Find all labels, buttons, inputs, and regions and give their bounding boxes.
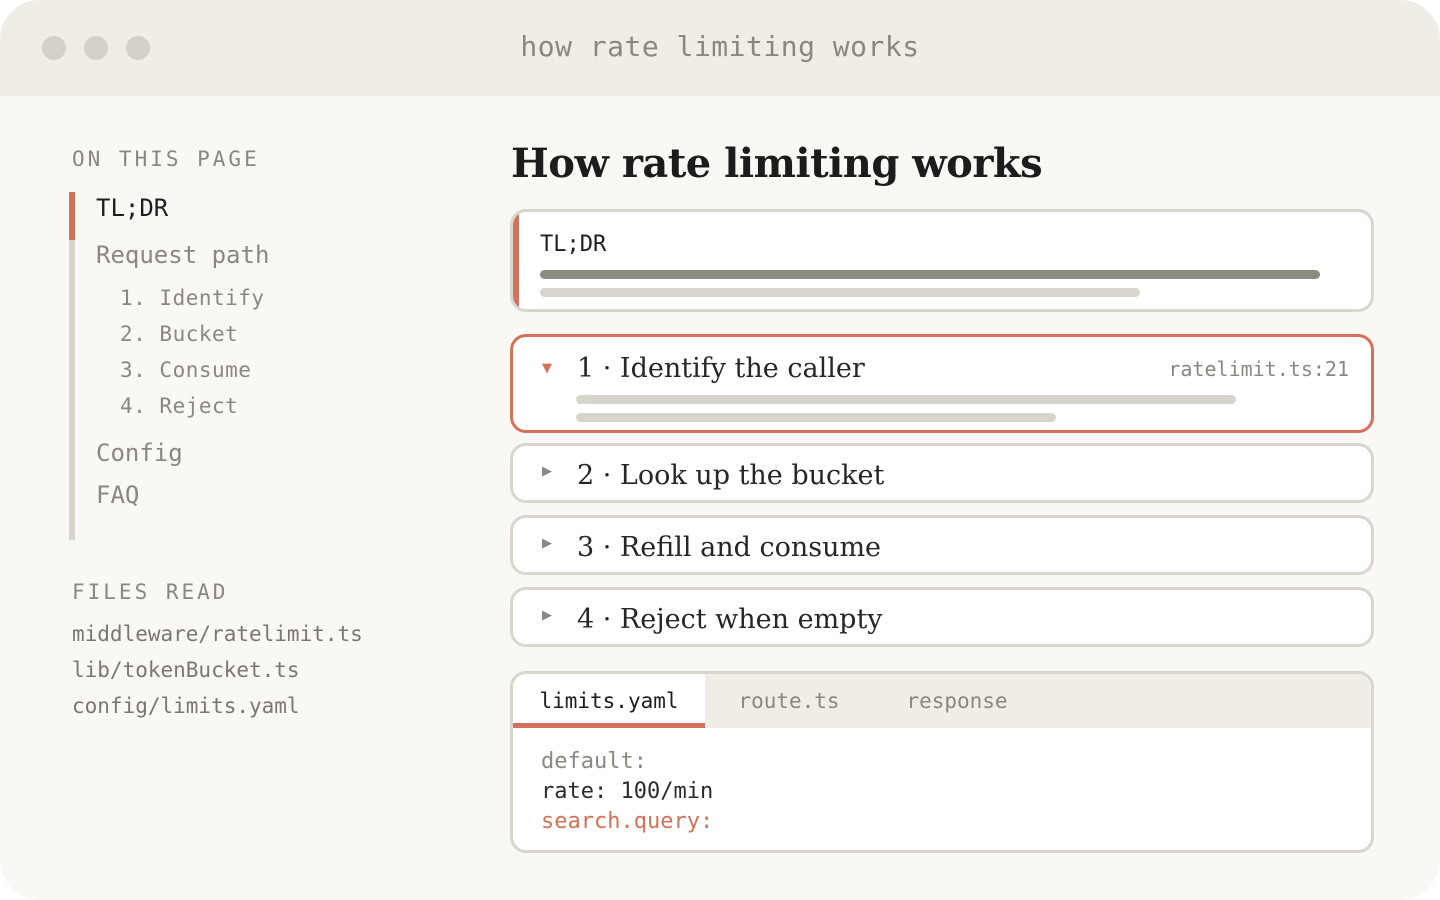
toc-rail (69, 192, 75, 540)
code-line: rate: 100/min (541, 779, 714, 804)
step-text-placeholder-line (576, 413, 1056, 422)
tldr-accent-bar (513, 212, 519, 309)
expand-triangle-icon[interactable]: ▶ (542, 536, 552, 551)
tab-route-ts[interactable]: route.ts (705, 674, 873, 728)
step-look-up-bucket[interactable]: ▶ 2 · Look up the bucket (510, 443, 1374, 503)
step-reject-empty[interactable]: ▶ 4 · Reject when empty (510, 587, 1374, 647)
app-window: how rate limiting works ON THIS PAGE TL;… (0, 0, 1440, 900)
code-line-highlighted: search.query: (541, 809, 714, 834)
toc-active-indicator (69, 192, 75, 240)
table-of-contents: TL;DR Request path 1. Identify 2. Bucket… (69, 192, 449, 540)
toc-item-tldr[interactable]: TL;DR (96, 194, 168, 222)
toc-item-request-path[interactable]: Request path (96, 241, 269, 269)
code-tabs: limits.yaml route.ts response (513, 674, 1371, 728)
tab-limits-yaml[interactable]: limits.yaml (513, 674, 705, 728)
tab-response[interactable]: response (873, 674, 1041, 728)
expand-triangle-icon[interactable]: ▶ (542, 608, 552, 623)
toc-subitem-bucket[interactable]: 2. Bucket (120, 322, 238, 346)
collapse-triangle-icon[interactable]: ▼ (542, 361, 552, 376)
step-title[interactable]: 2 · Look up the bucket (577, 460, 884, 491)
expand-triangle-icon[interactable]: ▶ (542, 464, 552, 479)
file-link-ratelimit[interactable]: middleware/ratelimit.ts (72, 622, 363, 646)
toc-subitem-reject[interactable]: 4. Reject (120, 394, 238, 418)
step-identify-caller[interactable]: ▼ 1 · Identify the caller ratelimit.ts:2… (510, 334, 1374, 433)
toc-subitem-identify[interactable]: 1. Identify (120, 286, 265, 310)
code-line: default: (541, 749, 647, 774)
on-this-page-heading: ON THIS PAGE (72, 147, 260, 171)
file-link-limits[interactable]: config/limits.yaml (72, 694, 300, 718)
step-title[interactable]: 4 · Reject when empty (577, 604, 883, 635)
toc-subitem-consume[interactable]: 3. Consume (120, 358, 251, 382)
window-title: how rate limiting works (520, 30, 920, 63)
toc-item-config[interactable]: Config (96, 439, 183, 467)
page-title: How rate limiting works (511, 140, 1043, 187)
step-title[interactable]: 3 · Refill and consume (577, 532, 881, 563)
title-bar: how rate limiting works (0, 0, 1440, 96)
source-reference-link[interactable]: ratelimit.ts:21 (1168, 357, 1349, 381)
tldr-label: TL;DR (540, 232, 607, 257)
step-title[interactable]: 1 · Identify the caller (577, 353, 865, 384)
tldr-text-placeholder-line (540, 270, 1320, 279)
code-viewer: limits.yaml route.ts response default: r… (510, 671, 1374, 853)
tldr-card: TL;DR (510, 209, 1374, 312)
file-link-tokenbucket[interactable]: lib/tokenBucket.ts (72, 658, 300, 682)
step-refill-consume[interactable]: ▶ 3 · Refill and consume (510, 515, 1374, 575)
tldr-text-placeholder-line (540, 288, 1140, 297)
step-text-placeholder-line (576, 395, 1236, 404)
files-read-heading: FILES READ (72, 580, 229, 604)
toc-item-faq[interactable]: FAQ (96, 481, 139, 509)
